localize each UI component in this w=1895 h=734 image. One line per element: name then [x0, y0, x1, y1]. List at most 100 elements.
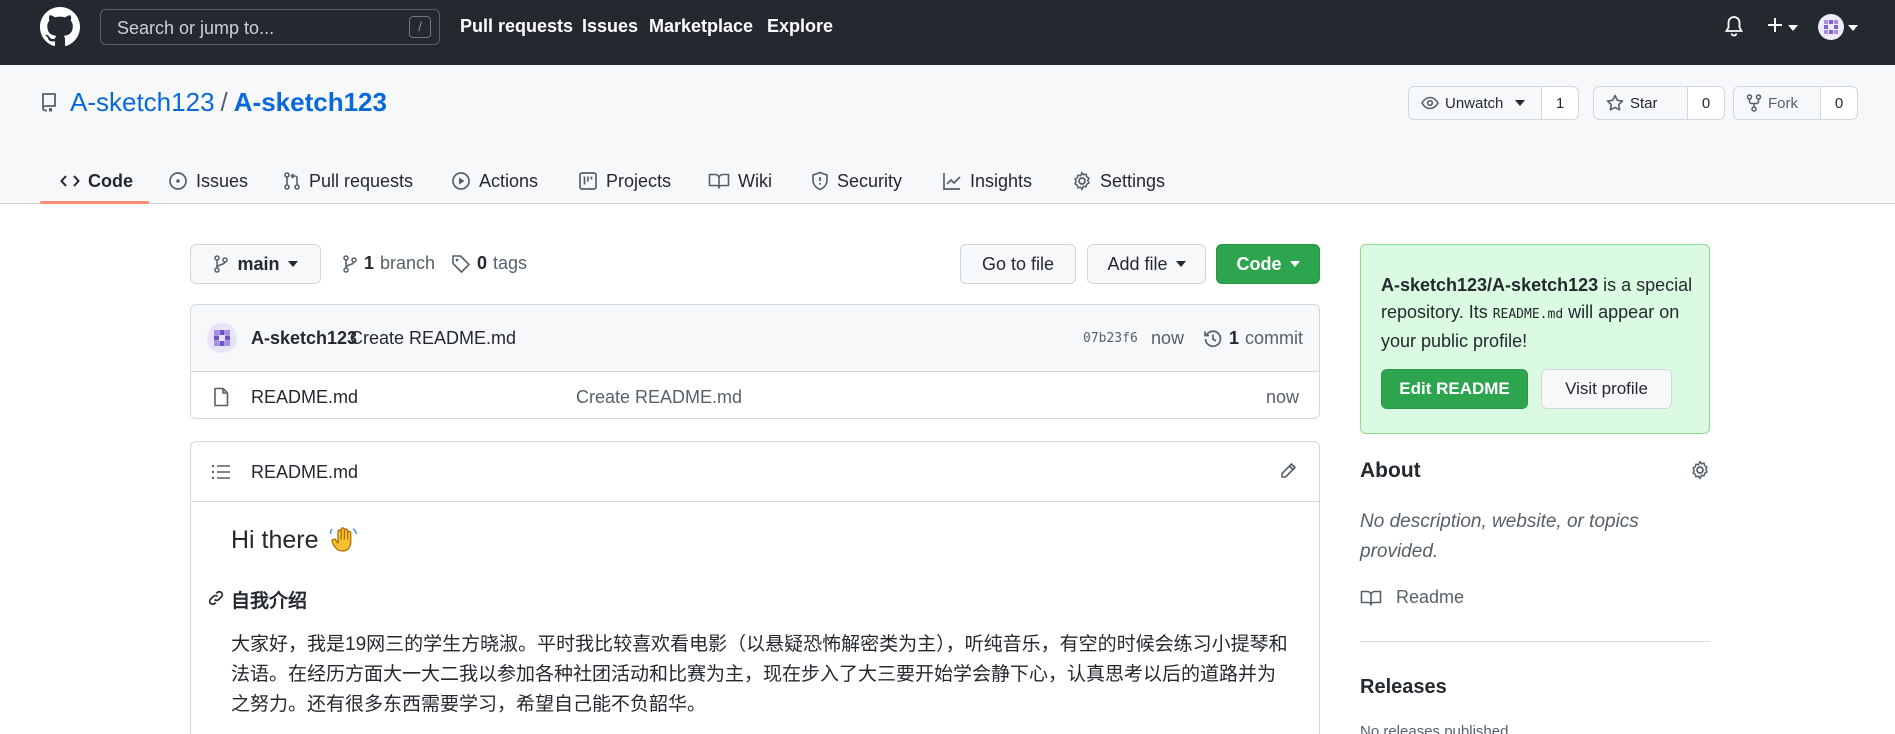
- tab-security-label: Security: [837, 170, 903, 191]
- repo-header: A-sketch123/A-sketch123 Unwatch 1 Star 0…: [0, 65, 1895, 204]
- go-to-file-button[interactable]: Go to file: [960, 244, 1076, 284]
- tab-settings[interactable]: Settings: [1072, 159, 1165, 203]
- list-item: README.md Create README.md now: [191, 372, 1319, 418]
- waving-hand-icon: [329, 527, 357, 552]
- bell-icon[interactable]: [1724, 14, 1744, 43]
- tags-link[interactable]: 0 tags: [451, 253, 527, 274]
- readme-link[interactable]: Readme: [1360, 587, 1464, 608]
- about-heading: About: [1360, 459, 1421, 482]
- fork-label: Fork: [1768, 94, 1798, 112]
- repo-owner-link[interactable]: A-sketch123: [70, 87, 215, 117]
- file-commit-message-link[interactable]: Create README.md: [576, 387, 742, 408]
- add-file-button[interactable]: Add file: [1087, 244, 1206, 284]
- tab-issues[interactable]: Issues: [168, 159, 248, 203]
- latest-commit-row: A-sketch123 Create README.md 07b23f6 now…: [191, 305, 1319, 372]
- branches-link[interactable]: 1 branch: [342, 253, 435, 274]
- tab-projects[interactable]: Projects: [578, 159, 671, 203]
- user-menu-caret-icon[interactable]: [1848, 25, 1858, 31]
- code-caret-icon: [1289, 261, 1300, 267]
- repo-name-link[interactable]: A-sketch123: [234, 87, 387, 117]
- tag-count: 0: [477, 253, 488, 273]
- tag-icon: [452, 254, 470, 273]
- commit-time: now: [1151, 328, 1185, 348]
- search-placeholder: Search or jump to...: [117, 18, 275, 38]
- eye-icon: [1421, 96, 1439, 110]
- releases-note: No releases published: [1360, 723, 1509, 734]
- readme-header: README.md: [191, 442, 1319, 502]
- releases-heading-link[interactable]: Releases: [1360, 676, 1447, 699]
- commit-word: commit: [1245, 328, 1304, 348]
- search-input[interactable]: Search or jump to... /: [100, 9, 440, 45]
- gear-icon: [1074, 171, 1090, 191]
- star-button[interactable]: Star: [1594, 87, 1688, 119]
- code-icon: [60, 175, 80, 187]
- readme-section-heading: 自我介绍: [231, 591, 308, 612]
- tab-projects-label: Projects: [606, 170, 672, 191]
- file-list: A-sketch123 Create README.md 07b23f6 now…: [190, 304, 1320, 419]
- branch-icon: [214, 255, 229, 273]
- commit-author-link[interactable]: A-sketch123: [251, 328, 357, 349]
- edit-readme-button[interactable]: Edit README: [1381, 369, 1528, 409]
- readme-box: README.md Hi there 自我介绍 大家好，我是19网三的学生方晓淑…: [190, 441, 1320, 734]
- nav-pull-requests[interactable]: Pull requests: [460, 16, 573, 37]
- fork-button[interactable]: Fork: [1734, 87, 1821, 119]
- code-button-label: Code: [1236, 253, 1282, 274]
- visit-profile-button[interactable]: Visit profile: [1541, 369, 1672, 409]
- branch-label: main: [237, 253, 280, 274]
- gear-icon[interactable]: [1690, 460, 1710, 485]
- watch-button-group: Unwatch 1: [1408, 86, 1579, 120]
- branch-selector[interactable]: main: [190, 244, 321, 284]
- file-name-link[interactable]: README.md: [251, 387, 358, 408]
- book-icon: [1360, 590, 1382, 606]
- file-commit-time: now: [1265, 387, 1299, 407]
- tab-code[interactable]: Code: [60, 159, 133, 203]
- pencil-icon[interactable]: [1279, 462, 1297, 485]
- code-download-button[interactable]: Code: [1216, 244, 1320, 284]
- special-repo-name: A-sketch123/A-sketch123: [1381, 275, 1599, 295]
- user-avatar[interactable]: [1818, 14, 1844, 45]
- star-icon: [1606, 94, 1624, 111]
- star-count[interactable]: 0: [1688, 87, 1724, 119]
- branch-count: 1: [364, 253, 375, 273]
- watch-count[interactable]: 1: [1542, 87, 1578, 119]
- list-unordered-icon[interactable]: [211, 464, 231, 485]
- file-icon: [213, 387, 229, 412]
- unwatch-caret-icon: [1515, 100, 1526, 106]
- tab-insights-label: Insights: [970, 170, 1033, 191]
- commit-hash-link[interactable]: 07b23f6: [1083, 331, 1138, 346]
- shield-icon: [812, 171, 828, 191]
- tab-security[interactable]: Security: [811, 159, 902, 203]
- github-logo-icon[interactable]: [40, 7, 80, 47]
- readme-link-label: Readme: [1396, 587, 1465, 607]
- fork-count[interactable]: 0: [1821, 87, 1857, 119]
- nav-explore[interactable]: Explore: [767, 16, 833, 37]
- tab-issues-label: Issues: [196, 170, 249, 191]
- commit-history-link[interactable]: 1 commit: [1203, 328, 1303, 349]
- sidebar-divider: [1360, 641, 1710, 642]
- branch-caret-icon: [287, 261, 298, 267]
- tab-actions[interactable]: Actions: [451, 159, 538, 203]
- fork-icon: [1746, 94, 1762, 112]
- readme-heading-text: Hi there: [231, 525, 319, 554]
- repo-separator: /: [220, 87, 228, 117]
- tab-wiki[interactable]: Wiki: [708, 159, 772, 203]
- history-icon: [1204, 329, 1222, 347]
- author-avatar[interactable]: [207, 323, 237, 353]
- fork-button-group: Fork 0: [1733, 86, 1858, 120]
- tab-actions-label: Actions: [479, 170, 539, 191]
- plus-icon[interactable]: [1766, 16, 1784, 39]
- graph-icon: [943, 173, 961, 190]
- search-shortcut-key: /: [409, 16, 431, 38]
- nav-marketplace[interactable]: Marketplace: [649, 16, 753, 37]
- issue-opened-icon: [169, 172, 187, 190]
- nav-issues[interactable]: Issues: [582, 16, 638, 37]
- anchor-link-icon[interactable]: [207, 589, 225, 612]
- commit-message-link[interactable]: Create README.md: [350, 328, 516, 349]
- unwatch-button[interactable]: Unwatch: [1409, 87, 1542, 119]
- readme-title-link[interactable]: README.md: [251, 462, 358, 483]
- create-caret-icon[interactable]: [1788, 25, 1798, 31]
- tab-insights[interactable]: Insights: [942, 159, 1032, 203]
- project-icon: [579, 172, 597, 190]
- tab-pull-requests[interactable]: Pull requests: [283, 159, 413, 203]
- tab-pull-requests-label: Pull requests: [309, 170, 414, 191]
